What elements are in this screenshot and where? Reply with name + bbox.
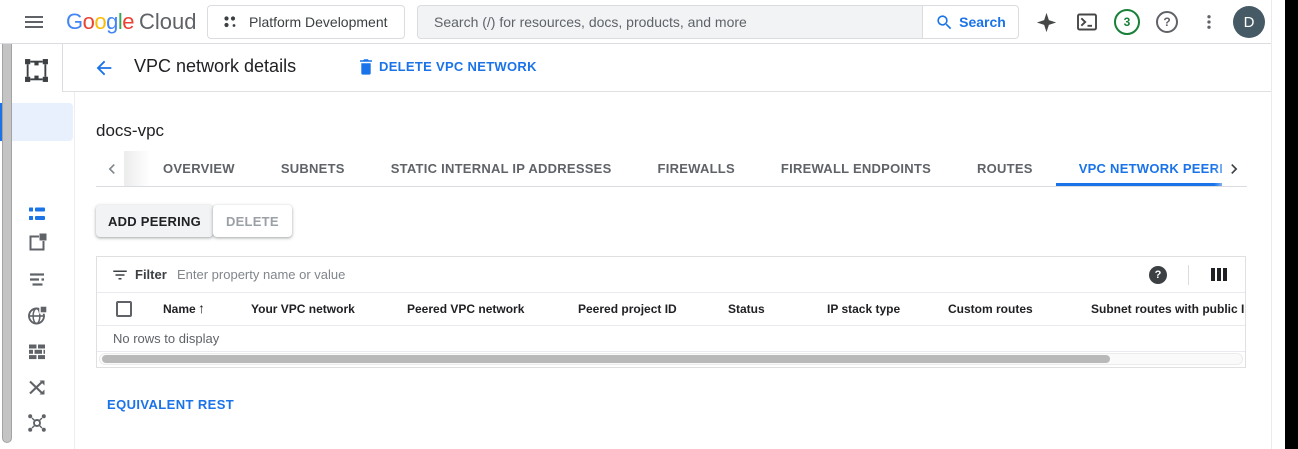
column-header-peered-project-id[interactable]: Peered project ID <box>578 302 677 316</box>
top-bar: GoogleCloud Platform Development Search … <box>0 0 1271 44</box>
column-header-custom-routes[interactable]: Custom routes <box>948 302 1033 316</box>
delete-vpc-network-button[interactable]: DELETE VPC NETWORK <box>359 58 537 75</box>
column-header-peered-vpc-network[interactable]: Peered VPC network <box>407 302 524 316</box>
column-display-button[interactable] <box>1211 268 1227 281</box>
hub-dots-icon <box>26 412 48 434</box>
tab-bar: OVERVIEW SUBNETS STATIC INTERNAL IP ADDR… <box>96 151 1247 187</box>
sidebar-item-6[interactable] <box>26 376 48 398</box>
tab-subnets[interactable]: SUBNETS <box>258 151 368 186</box>
horizontal-scrollbar-track[interactable] <box>99 353 1243 365</box>
more-options-button[interactable] <box>1197 10 1221 34</box>
column-header-status[interactable]: Status <box>728 302 765 316</box>
chevron-left-icon <box>102 159 122 179</box>
help-button[interactable]: ? <box>1156 11 1178 33</box>
main-menu-button[interactable] <box>22 10 46 34</box>
horizontal-scrollbar-thumb[interactable] <box>102 355 1110 363</box>
delete-vpc-network-label: DELETE VPC NETWORK <box>379 59 537 74</box>
empty-state-message: No rows to display <box>113 331 219 346</box>
back-button[interactable] <box>93 57 115 79</box>
google-cloud-logo: GoogleCloud <box>66 9 197 35</box>
sort-ascending-icon[interactable]: ↑ <box>198 300 205 316</box>
tabs-scroll-right-button[interactable] <box>1224 159 1244 179</box>
notifications-badge[interactable]: 3 <box>1114 9 1140 35</box>
kebab-icon <box>1200 13 1218 31</box>
chevron-right-icon <box>1224 159 1244 179</box>
tabs-scroll-left-button[interactable] <box>102 159 122 179</box>
add-peering-button[interactable]: ADD PEERING <box>96 205 213 237</box>
network-name-title: docs-vpc <box>96 121 164 141</box>
notification-count: 3 <box>1124 15 1131 29</box>
page-header: VPC network details DELETE VPC NETWORK <box>62 44 1271 92</box>
project-selector-button[interactable]: Platform Development <box>207 5 405 39</box>
tab-routes[interactable]: ROUTES <box>954 151 1056 186</box>
list-icon <box>26 203 48 225</box>
user-avatar[interactable]: D <box>1233 6 1265 38</box>
sidebar-item-3[interactable] <box>26 268 48 290</box>
column-header-your-vpc-network[interactable]: Your VPC network <box>251 302 355 316</box>
table-empty-row: No rows to display <box>97 326 1245 352</box>
terminal-icon <box>1076 11 1098 33</box>
search-icon <box>935 13 954 32</box>
tab-firewalls[interactable]: FIREWALLS <box>635 151 758 186</box>
vertical-scrollbar-thumb[interactable] <box>2 2 12 443</box>
table-header-row: Name ↑ Your VPC network Peered VPC netwo… <box>97 293 1245 326</box>
tab-vpc-network-peering[interactable]: VPC NETWORK PEERING <box>1056 151 1222 186</box>
vpc-product-icon <box>24 58 49 83</box>
search-button[interactable]: Search <box>922 5 1019 39</box>
filter-help-icon: ? <box>1155 269 1162 281</box>
cloud-shell-button[interactable] <box>1075 10 1099 34</box>
sidebar-item-2[interactable] <box>26 232 48 254</box>
toolbar-divider <box>1188 265 1189 285</box>
lines-icon <box>26 268 48 290</box>
sidebar-item-4[interactable] <box>26 304 48 326</box>
filter-input[interactable] <box>177 262 1077 287</box>
select-all-checkbox[interactable] <box>116 301 132 317</box>
project-icon <box>222 14 238 30</box>
globe-icon <box>26 304 48 326</box>
columns-icon <box>1211 268 1215 281</box>
column-header-subnet-routes[interactable]: Subnet routes with public IPv <box>1091 302 1245 316</box>
crossed-arrows-icon <box>26 376 48 398</box>
filter-icon <box>111 266 129 284</box>
gcp-console-window: GoogleCloud Platform Development Search … <box>0 0 1298 449</box>
active-nav-highlight <box>8 103 73 141</box>
trash-icon <box>359 58 373 75</box>
peering-table-card: Filter ? Name ↑ Your VPC network Peered … <box>96 256 1246 368</box>
help-icon: ? <box>1163 15 1170 29</box>
equivalent-rest-link[interactable]: EQUIVALENT REST <box>107 397 234 412</box>
tabs-strip: OVERVIEW SUBNETS STATIC INTERNAL IP ADDR… <box>140 151 1222 186</box>
sparkle-icon <box>1036 12 1057 33</box>
tab-firewall-endpoints[interactable]: FIREWALL ENDPOINTS <box>758 151 954 186</box>
vertical-scrollbar[interactable] <box>1271 0 1285 449</box>
sidebar-item-5[interactable] <box>26 340 48 362</box>
column-header-name[interactable]: Name <box>163 302 196 316</box>
tab-overview[interactable]: OVERVIEW <box>140 151 258 186</box>
tab-static-internal-ip-addresses[interactable]: STATIC INTERNAL IP ADDRESSES <box>368 151 635 186</box>
gemini-button[interactable] <box>1034 10 1058 34</box>
global-search: Search <box>417 5 1019 39</box>
bricks-icon <box>26 340 48 362</box>
filter-help-button[interactable]: ? <box>1149 266 1167 284</box>
page-title: VPC network details <box>134 56 296 77</box>
arrow-left-icon <box>93 57 115 79</box>
search-button-label: Search <box>959 14 1006 30</box>
filter-toolbar: Filter ? <box>97 257 1245 293</box>
window-edge <box>1285 0 1298 449</box>
external-square-icon <box>26 232 48 254</box>
column-header-ip-stack-type[interactable]: IP stack type <box>827 302 900 316</box>
logo-cloud-text: Cloud <box>139 9 196 34</box>
sidebar-item-vpc-networks[interactable] <box>26 203 48 225</box>
horizontal-scrollbar[interactable] <box>97 352 1245 367</box>
sidebar-item-7[interactable] <box>26 412 48 434</box>
search-input[interactable] <box>434 14 906 30</box>
delete-button[interactable]: DELETE <box>213 205 292 237</box>
avatar-initial: D <box>1244 14 1255 31</box>
search-field <box>417 5 922 39</box>
hamburger-icon <box>22 10 46 34</box>
filter-label: Filter <box>135 267 167 282</box>
project-selector-label: Platform Development <box>249 14 388 30</box>
